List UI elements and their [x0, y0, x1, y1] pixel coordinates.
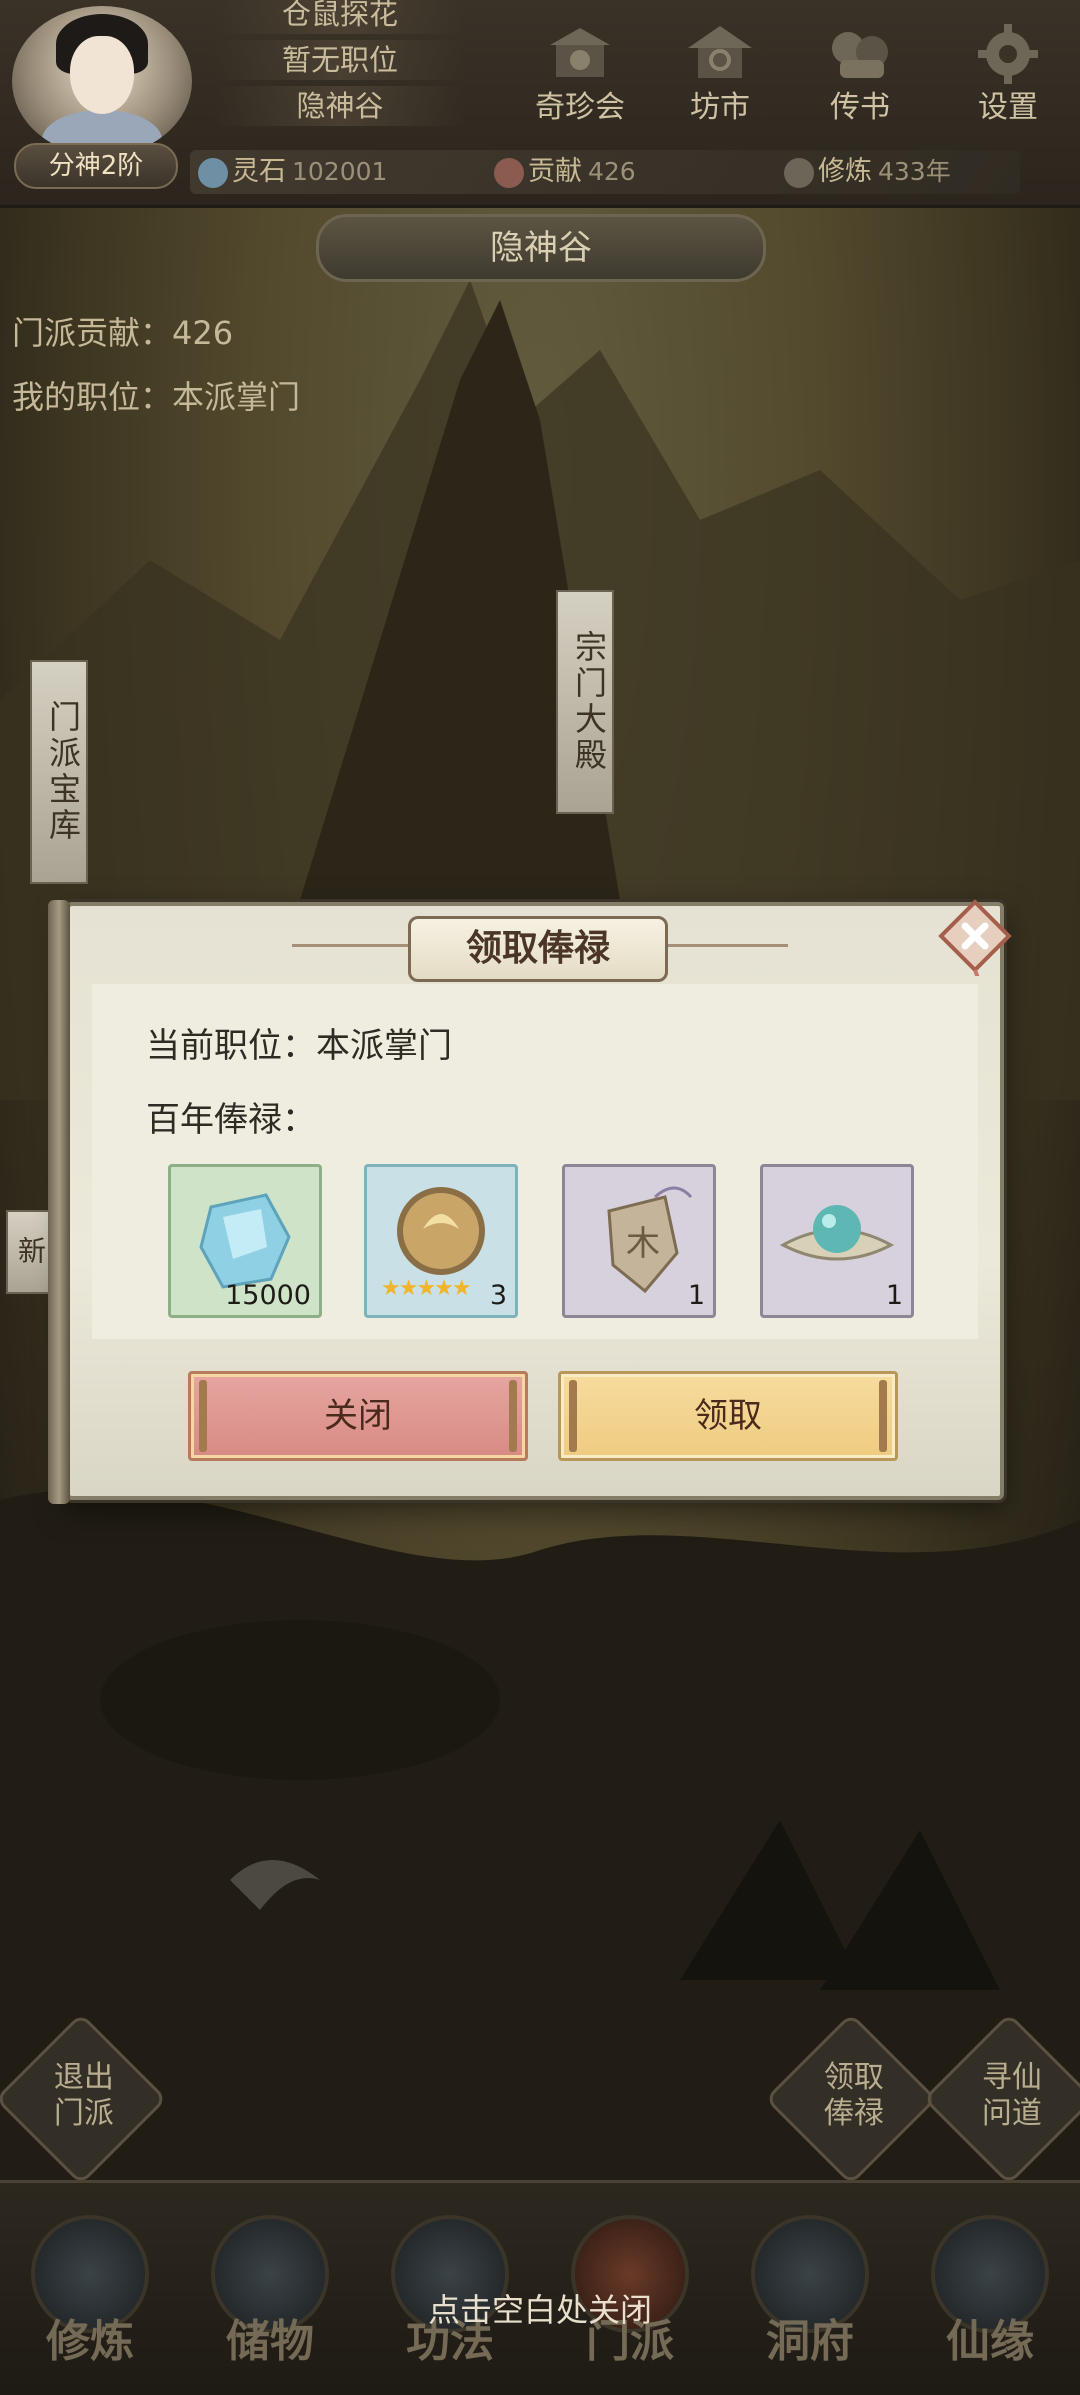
spirit-stone-resource: 灵石 102001 [198, 150, 387, 194]
sect-contribution: 门派贡献：426 [12, 314, 234, 352]
player-avatar[interactable] [12, 6, 192, 156]
leave-sect-label: 退出 门派 [53, 2060, 114, 2132]
gear-icon [978, 24, 1038, 84]
tap-blank-to-close-hint: 点击空白处关闭 [427, 2291, 652, 2329]
banner-treasury[interactable]: 门派宝库 [30, 660, 88, 884]
reward-qty: 1 [687, 1280, 705, 1311]
reward-qty: 15000 [225, 1280, 311, 1311]
scroll-rod [48, 900, 70, 1504]
letter-icon [832, 32, 888, 78]
title-ornament-left [292, 944, 412, 947]
close-icon[interactable] [935, 896, 1015, 976]
claim-button[interactable]: 领取 [558, 1371, 898, 1461]
nav-settings[interactable]: 设置 [948, 20, 1068, 130]
star-rating: ★★★★★ [381, 1276, 472, 1301]
dialog-title: 领取俸禄 [408, 916, 668, 982]
cultivation-resource: 修炼 433年 [784, 150, 951, 194]
seek-immortal-label: 寻仙 问道 [981, 2060, 1042, 2132]
claim-salary-label: 领取 俸禄 [823, 2060, 884, 2132]
reward-talisman[interactable]: 木 1 [562, 1164, 716, 1318]
banner-main-hall[interactable]: 宗门大殿 [556, 590, 614, 814]
nav-letter[interactable]: 传书 [800, 20, 920, 130]
spirit-stone-icon [198, 157, 228, 188]
player-titles: 仓鼠探花 暂无职位 隐神谷 [215, 0, 465, 132]
cultivation-icon [784, 157, 814, 188]
current-position: 当前职位：本派掌门 [146, 1026, 452, 1066]
my-position: 我的职位：本派掌门 [12, 378, 301, 416]
salary-label: 百年俸禄： [146, 1100, 316, 1140]
reward-jade-bead[interactable]: 1 [760, 1164, 914, 1318]
salary-dialog: 领取俸禄 当前职位：本派掌门 百年俸禄： 15000 ★★★★★ 3 木 1 1… [48, 899, 1012, 1504]
market-icon [688, 26, 752, 78]
rank-badge: 分神2阶 [14, 143, 178, 189]
reward-qty: 1 [885, 1280, 903, 1311]
close-button[interactable]: 关闭 [188, 1371, 528, 1461]
contribution-resource: 贡献 426 [494, 150, 636, 194]
nav-market[interactable]: 坊市 [660, 20, 780, 130]
treasure-pavilion-icon [550, 28, 610, 77]
reward-qty: 3 [489, 1280, 507, 1311]
player-sect: 隐神谷 [215, 86, 465, 126]
top-bar: 分神2阶 仓鼠探花 暂无职位 隐神谷 奇珍会 坊市 传书 设置 灵石 10200… [0, 0, 1080, 208]
player-position: 暂无职位 [215, 40, 465, 80]
reward-spirit-crystal[interactable]: 15000 [168, 1164, 322, 1318]
player-title: 仓鼠探花 [215, 0, 465, 34]
svg-text:木: 木 [626, 1224, 660, 1264]
banner-new: 新 [6, 1210, 52, 1294]
reward-golden-orb[interactable]: ★★★★★ 3 [364, 1164, 518, 1318]
contribution-icon [494, 157, 524, 188]
title-ornament-right [660, 944, 788, 947]
nav-treasure-pavilion[interactable]: 奇珍会 [520, 20, 640, 130]
location-title: 隐神谷 [316, 214, 766, 282]
